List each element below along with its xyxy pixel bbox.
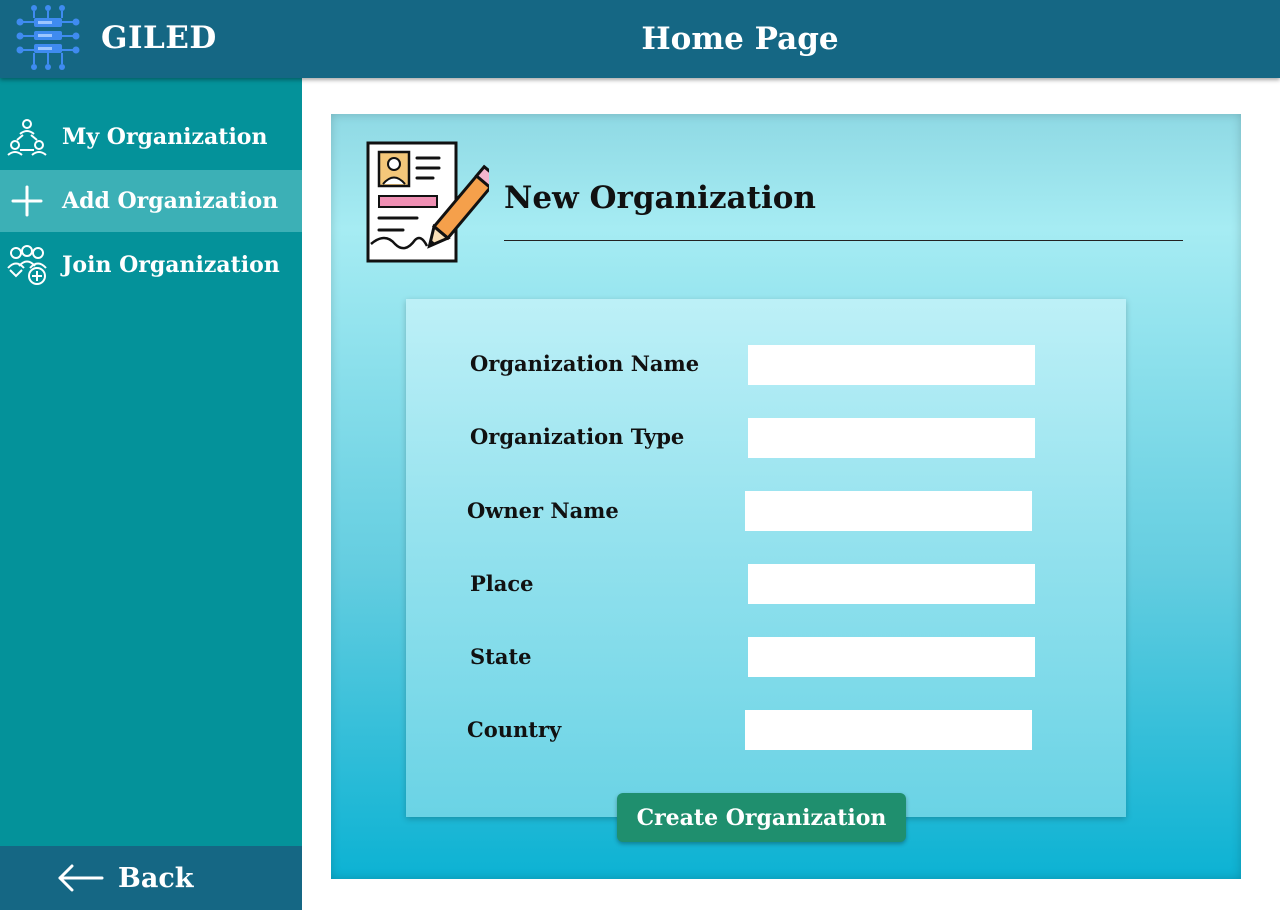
database-network-icon bbox=[16, 5, 80, 70]
place-label: Place bbox=[470, 571, 534, 596]
sidebar-item-label: My Organization bbox=[62, 124, 268, 150]
form-title: New Organization bbox=[504, 180, 816, 216]
document-signing-icon bbox=[366, 141, 489, 263]
organization-type-input[interactable] bbox=[748, 418, 1035, 458]
state-input[interactable] bbox=[748, 637, 1035, 677]
place-input[interactable] bbox=[748, 564, 1035, 604]
sidebar-item-my-organization[interactable]: My Organization bbox=[0, 106, 302, 168]
organization-name-input[interactable] bbox=[748, 345, 1035, 385]
state-label: State bbox=[470, 644, 532, 669]
organization-type-label: Organization Type bbox=[470, 424, 685, 449]
group-add-icon bbox=[6, 244, 48, 286]
network-people-icon bbox=[6, 116, 48, 158]
sidebar-item-add-organization[interactable]: Add Organization bbox=[0, 170, 302, 232]
title-divider bbox=[504, 240, 1183, 241]
plus-icon bbox=[6, 180, 48, 222]
arrow-left-icon bbox=[58, 864, 104, 892]
sidebar-item-label: Join Organization bbox=[62, 252, 280, 278]
brand-name: GILED bbox=[101, 20, 217, 56]
back-button[interactable]: Back bbox=[0, 846, 302, 910]
sidebar-item-label: Add Organization bbox=[62, 188, 279, 214]
create-organization-button[interactable]: Create Organization bbox=[617, 793, 906, 842]
country-label: Country bbox=[467, 717, 562, 742]
country-input[interactable] bbox=[745, 710, 1032, 750]
organization-name-label: Organization Name bbox=[470, 351, 700, 376]
sidebar: My Organization Add Organization Join Or… bbox=[0, 78, 302, 910]
page-title: Home Page bbox=[641, 21, 839, 57]
owner-name-label: Owner Name bbox=[467, 498, 619, 523]
app-header: GILED Home Page bbox=[0, 0, 1280, 78]
sidebar-item-join-organization[interactable]: Join Organization bbox=[0, 234, 302, 296]
organization-form: Organization Name Organization Type Owne… bbox=[406, 299, 1126, 817]
back-label: Back bbox=[118, 862, 194, 894]
owner-name-input[interactable] bbox=[745, 491, 1032, 531]
new-organization-panel: New Organization Organization Name Organ… bbox=[331, 114, 1241, 879]
